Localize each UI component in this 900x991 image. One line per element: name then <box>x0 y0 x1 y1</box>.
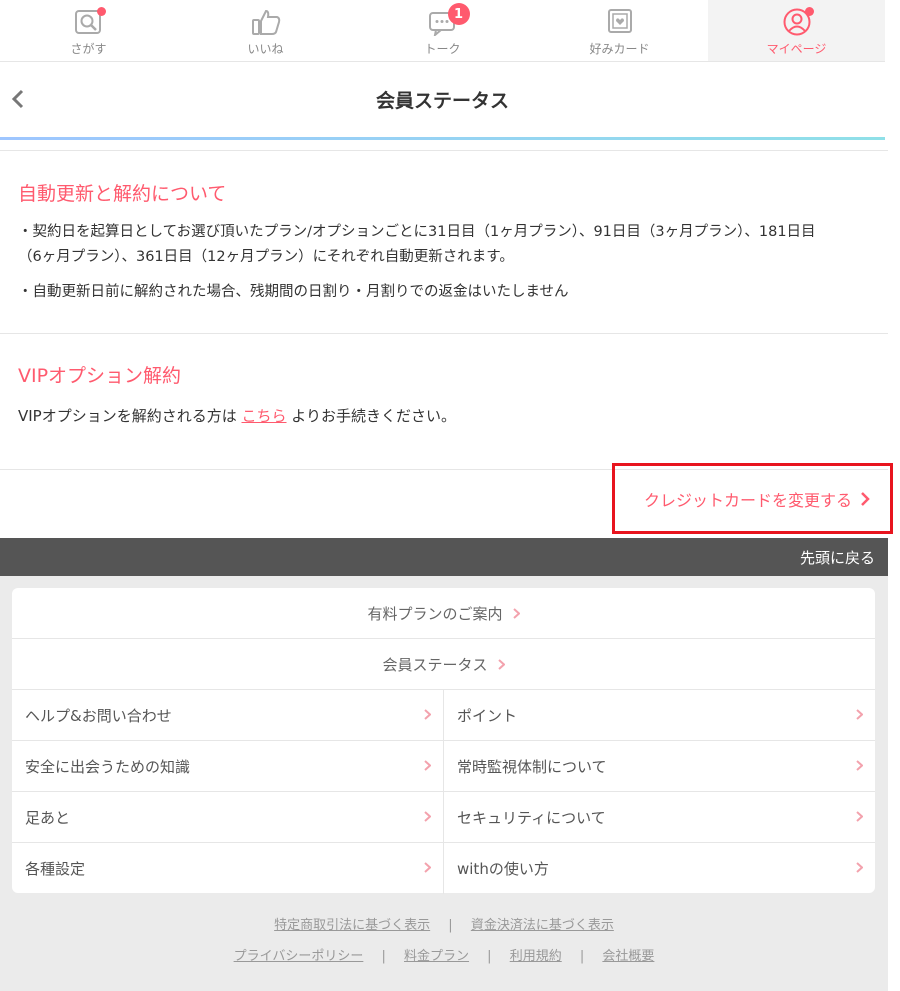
vip-description: VIPオプションを解約される方は こちら よりお手続きください。 <box>18 405 870 426</box>
menu-row: 安全に出会うための知識 常時監視体制について <box>12 741 875 792</box>
separator: | <box>579 949 585 964</box>
menu-item-footprints[interactable]: 足あと <box>12 792 444 843</box>
nav-item-likes[interactable]: いいね <box>177 0 354 61</box>
menu-item-how-to-use[interactable]: withの使い方 <box>444 843 875 894</box>
user-icon <box>780 7 814 37</box>
footer: 有料プランのご案内 会員ステータス ヘルプ&お問い合わせ ポイント 安全に出会う… <box>0 576 888 991</box>
nav-label: トーク <box>424 42 461 56</box>
notification-dot <box>96 7 106 16</box>
nav-item-search[interactable]: さがす <box>0 0 177 61</box>
menu-item-help[interactable]: ヘルプ&お問い合わせ <box>12 690 444 741</box>
section-title: VIPオプション解約 <box>18 365 182 387</box>
change-credit-card-link[interactable]: クレジットカードを変更する <box>612 463 893 534</box>
nav-label: さがす <box>70 42 107 56</box>
menu-item-settings[interactable]: 各種設定 <box>12 843 444 894</box>
menu-item-paid-plans[interactable]: 有料プランのご案内 <box>12 588 875 639</box>
chevron-right-icon <box>856 862 863 873</box>
thumbs-up-icon <box>249 7 283 37</box>
separator: | <box>487 949 492 964</box>
menu-item-label: 各種設定 <box>25 860 86 878</box>
legal-link-commerce[interactable]: 特定商取引法に基づく表示 <box>274 918 430 933</box>
vip-text-after: よりお手続きください。 <box>286 407 456 425</box>
legal-link-privacy[interactable]: プライバシーポリシー <box>234 949 364 964</box>
menu-row: 各種設定 withの使い方 <box>12 843 875 894</box>
refund-note: ・自動更新日前に解約された場合、残期間の日割り・月割りでの返金はいたしません <box>18 283 569 300</box>
section-title: 自動更新と解約について <box>18 183 227 205</box>
renewal-note: ・契約日を起算日としてお選び頂いたプラン/オプションごとに31日目（1ヶ月プラン… <box>18 224 816 266</box>
nav-item-preference-card[interactable]: 好みカード <box>531 0 708 61</box>
menu-item-member-status[interactable]: 会員ステータス <box>12 639 875 690</box>
menu-item-label: 安全に出会うための知識 <box>25 758 191 776</box>
vip-cancel-link[interactable]: こちら <box>242 407 287 425</box>
chevron-right-icon <box>856 760 863 771</box>
change-credit-card-label: クレジットカードを変更する <box>643 490 852 510</box>
legal-links-row-1: 特定商取引法に基づく表示 | 資金決済法に基づく表示 <box>0 914 888 933</box>
notification-dot <box>804 7 814 16</box>
vip-section: VIPオプション解約 VIPオプションを解約される方は こちら よりお手続きくだ… <box>0 335 888 470</box>
renewal-section: 自動更新と解約について ・契約日を起算日としてお選び頂いたプラン/オプションごと… <box>0 150 888 334</box>
menu-item-label: 足あと <box>25 809 71 827</box>
menu-item-label: ポイント <box>457 707 518 725</box>
nav-item-talk[interactable]: 1 トーク <box>354 0 531 61</box>
chevron-right-icon <box>856 709 863 720</box>
chevron-right-icon <box>424 862 431 873</box>
chevron-right-icon <box>424 811 431 822</box>
nav-label: マイページ <box>766 42 827 56</box>
menu-item-safety-knowledge[interactable]: 安全に出会うための知識 <box>12 741 444 792</box>
menu-item-security[interactable]: セキュリティについて <box>444 792 875 843</box>
menu-item-label: 有料プランのご案内 <box>367 604 503 623</box>
chevron-right-icon <box>424 709 431 720</box>
menu-item-monitoring[interactable]: 常時監視体制について <box>444 741 875 792</box>
chat-icon: 1 <box>426 3 470 37</box>
chevron-right-icon <box>512 607 520 619</box>
separator: | <box>381 949 386 964</box>
menu-item-label: 会員ステータス <box>382 655 488 674</box>
search-icon <box>72 7 106 37</box>
legal-link-pricing[interactable]: 料金プラン <box>404 949 469 964</box>
back-to-top-bar: 先頭に戻る <box>0 538 888 576</box>
chevron-right-icon <box>497 658 505 670</box>
menu-item-label: 常時監視体制について <box>457 758 607 776</box>
menu-item-label: withの使い方 <box>457 860 549 878</box>
menu-row: 足あと セキュリティについて <box>12 792 875 843</box>
page-header: 会員ステータス <box>0 62 885 140</box>
vip-text-before: VIPオプションを解約される方は <box>18 407 242 425</box>
card-icon <box>603 7 637 37</box>
legal-link-payment[interactable]: 資金決済法に基づく表示 <box>471 918 614 933</box>
nav-label: 好みカード <box>589 42 650 56</box>
chevron-right-icon <box>861 491 870 506</box>
nav-label: いいね <box>247 42 284 56</box>
legal-links-row-2: プライバシーポリシー | 料金プラン | 利用規約 | 会社概要 <box>0 945 888 964</box>
menu-row: ヘルプ&お問い合わせ ポイント <box>12 690 875 741</box>
chevron-right-icon <box>856 811 863 822</box>
footer-menu: 有料プランのご案内 会員ステータス ヘルプ&お問い合わせ ポイント 安全に出会う… <box>12 588 875 894</box>
legal-link-company[interactable]: 会社概要 <box>602 949 654 964</box>
menu-item-label: セキュリティについて <box>457 809 606 827</box>
menu-item-points[interactable]: ポイント <box>444 690 875 741</box>
separator: | <box>448 918 453 933</box>
page-title: 会員ステータス <box>375 90 509 112</box>
chevron-right-icon <box>424 760 431 771</box>
back-to-top-button[interactable]: 先頭に戻る <box>800 547 875 568</box>
nav-item-mypage[interactable]: マイページ <box>708 0 885 61</box>
legal-link-terms[interactable]: 利用規約 <box>510 949 562 964</box>
top-navigation: さがす いいね 1 トーク 好みカード マイページ <box>0 0 885 62</box>
unread-count-badge: 1 <box>447 3 470 25</box>
menu-item-label: ヘルプ&お問い合わせ <box>25 707 172 725</box>
